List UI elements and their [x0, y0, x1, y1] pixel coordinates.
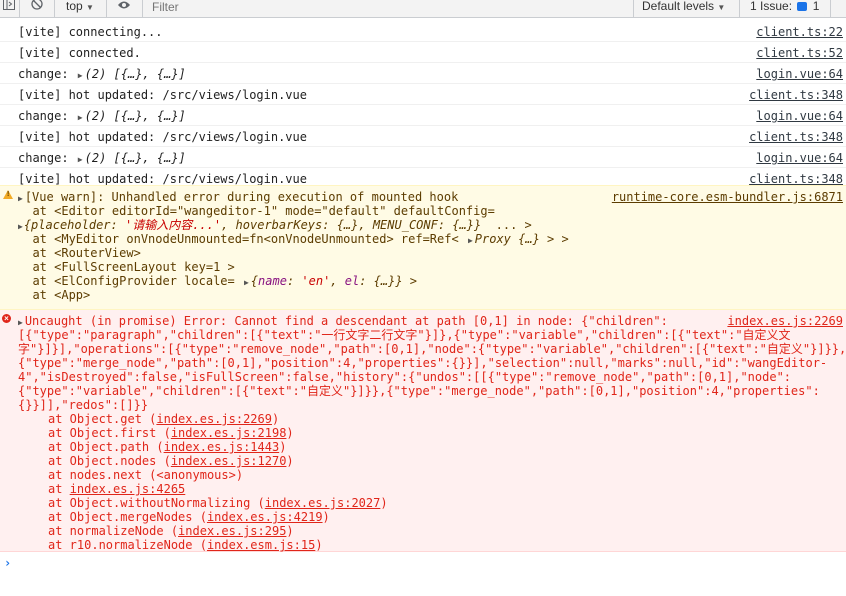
error-text-line: {"type":"merge_node","path":[0,1],"posit…	[18, 356, 828, 370]
expand-triangle-icon[interactable]: ▶	[78, 69, 83, 83]
stack-source-link[interactable]: index.es.js:4265	[70, 482, 186, 496]
error-text-line: 字"}]}],"operations":[{"type":"remove_nod…	[18, 342, 846, 356]
chevron-down-icon: ▼	[717, 3, 726, 12]
warning-trace-line: at <App>	[18, 288, 91, 302]
issues-count: 1	[812, 0, 820, 13]
error-text-line: [{"type":"paragraph","children":[{"text"…	[18, 328, 791, 342]
filter-field[interactable]	[146, 0, 636, 17]
log-row: [vite] hot updated: /src/views/login.vue…	[0, 168, 846, 186]
expand-triangle-icon[interactable]: ▶	[244, 276, 249, 290]
stack-source-link[interactable]: index.esm.js:15	[207, 538, 315, 552]
chevron-down-icon: ▼	[86, 3, 94, 12]
log-row: [vite] hot updated: /src/views/login.vue…	[0, 126, 846, 147]
stack-source-link[interactable]: index.es.js:1270	[171, 454, 287, 468]
stack-frame: at index.es.js:4265	[48, 482, 186, 496]
stack-frame: at Object.mergeNodes (index.es.js:4219)	[48, 510, 330, 524]
source-link[interactable]: login.vue:64	[756, 151, 843, 165]
clear-console-icon[interactable]	[31, 0, 43, 17]
log-message: change: ▶ (2) [{…}, {…}]	[18, 151, 186, 167]
uncaught-error-message: × ▶ Uncaught (in promise) Error: Cannot f…	[0, 310, 846, 552]
expand-triangle-icon[interactable]: ▶	[78, 153, 83, 167]
log-row: [vite] connected. client.ts:52	[0, 42, 846, 63]
stack-frame: at Object.first (index.es.js:2198)	[48, 426, 294, 440]
source-link[interactable]: client.ts:348	[749, 130, 843, 144]
stack-source-link[interactable]: index.es.js:4219	[207, 510, 323, 524]
error-text-line: {}}]],"redos":[]}}	[18, 398, 149, 412]
stack-frame: at Object.get (index.es.js:2269)	[48, 412, 280, 426]
source-link[interactable]: runtime-core.esm-bundler.js:6871	[612, 190, 843, 204]
source-link[interactable]: client.ts:52	[756, 46, 843, 60]
expand-triangle-icon[interactable]: ▶	[468, 234, 473, 248]
object-preview[interactable]: (2) [{…}, {…}]	[85, 151, 186, 165]
source-link[interactable]: index.es.js:2269	[727, 314, 843, 328]
stack-frame: at r10.normalizeNode (index.esm.js:15)	[48, 538, 323, 552]
error-icon: ×	[2, 314, 11, 323]
stack-frame: at Object.path (index.es.js:1443)	[48, 440, 287, 454]
log-row: change: ▶ (2) [{…}, {…}] login.vue:64	[0, 63, 846, 84]
log-row: [vite] connecting... client.ts:22	[0, 21, 846, 42]
log-message: change: ▶ (2) [{…}, {…}]	[18, 67, 186, 83]
source-link[interactable]: login.vue:64	[756, 67, 843, 81]
filter-input[interactable]	[146, 0, 636, 15]
stack-source-link[interactable]: index.es.js:2027	[265, 496, 381, 510]
log-levels-dropdown[interactable]: Default levels ▼	[642, 0, 725, 17]
warning-trace-line: at <RouterView>	[18, 246, 141, 260]
stack-source-link[interactable]: index.es.js:1443	[164, 440, 280, 454]
issues-button[interactable]: 1 Issue: 1	[750, 0, 819, 17]
object-preview[interactable]: (2) [{…}, {…}]	[85, 67, 186, 81]
sidebar-toggle-icon[interactable]	[3, 0, 15, 17]
issues-label: 1 Issue:	[750, 0, 793, 13]
warning-icon: !	[3, 190, 13, 199]
stack-frame: at nodes.next (<anonymous>)	[48, 468, 244, 482]
vue-warning-message: ! ▶ [Vue warn]: Unhandled error during ex…	[0, 185, 846, 310]
expand-triangle-icon[interactable]: ▶	[78, 111, 83, 125]
stack-source-link[interactable]: index.es.js:295	[178, 524, 286, 538]
console-prompt[interactable]: ›	[4, 556, 11, 570]
context-select[interactable]: top ▼	[66, 0, 94, 17]
stack-source-link[interactable]: index.es.js:2269	[156, 412, 272, 426]
log-message: [vite] hot updated: /src/views/login.vue	[18, 130, 307, 144]
log-row: change: ▶ (2) [{…}, {…}] login.vue:64	[0, 147, 846, 168]
source-link[interactable]: client.ts:22	[756, 25, 843, 39]
error-text-line: 4","isDestroyed":false,"isFullScreen":fa…	[18, 370, 792, 384]
live-expression-eye-icon[interactable]	[117, 0, 131, 17]
stack-frame: at Object.nodes (index.es.js:1270)	[48, 454, 294, 468]
log-row: change: ▶ (2) [{…}, {…}] login.vue:64	[0, 105, 846, 126]
warning-trace-line: at <Editor editorId="wangeditor-1" mode=…	[18, 204, 495, 218]
console-toolbar: top ▼ Default levels ▼ 1 Issue: 1	[0, 0, 846, 18]
log-row: [vite] hot updated: /src/views/login.vue…	[0, 84, 846, 105]
source-link[interactable]: login.vue:64	[756, 109, 843, 123]
context-select-label: top	[66, 0, 83, 13]
source-link[interactable]: client.ts:348	[749, 172, 843, 186]
log-message: [vite] hot updated: /src/views/login.vue	[18, 172, 307, 186]
stack-source-link[interactable]: index.es.js:2198	[171, 426, 287, 440]
log-message: [vite] hot updated: /src/views/login.vue	[18, 88, 307, 102]
source-link[interactable]: client.ts:348	[749, 88, 843, 102]
stack-frame: at normalizeNode (index.es.js:295)	[48, 524, 294, 538]
warning-trace-line: at <FullScreenLayout key=1 >	[18, 260, 235, 274]
stack-frame: at Object.withoutNormalizing (index.es.j…	[48, 496, 388, 510]
object-preview[interactable]: (2) [{…}, {…}]	[85, 109, 186, 123]
log-message: change: ▶ (2) [{…}, {…}]	[18, 109, 186, 125]
log-message: [vite] connecting...	[18, 25, 163, 39]
error-text-line: {"type":"variable","children":[{"text":"…	[18, 384, 820, 398]
log-message: [vite] connected.	[18, 46, 141, 60]
issue-message-icon	[797, 2, 808, 12]
log-levels-label: Default levels	[642, 0, 715, 13]
